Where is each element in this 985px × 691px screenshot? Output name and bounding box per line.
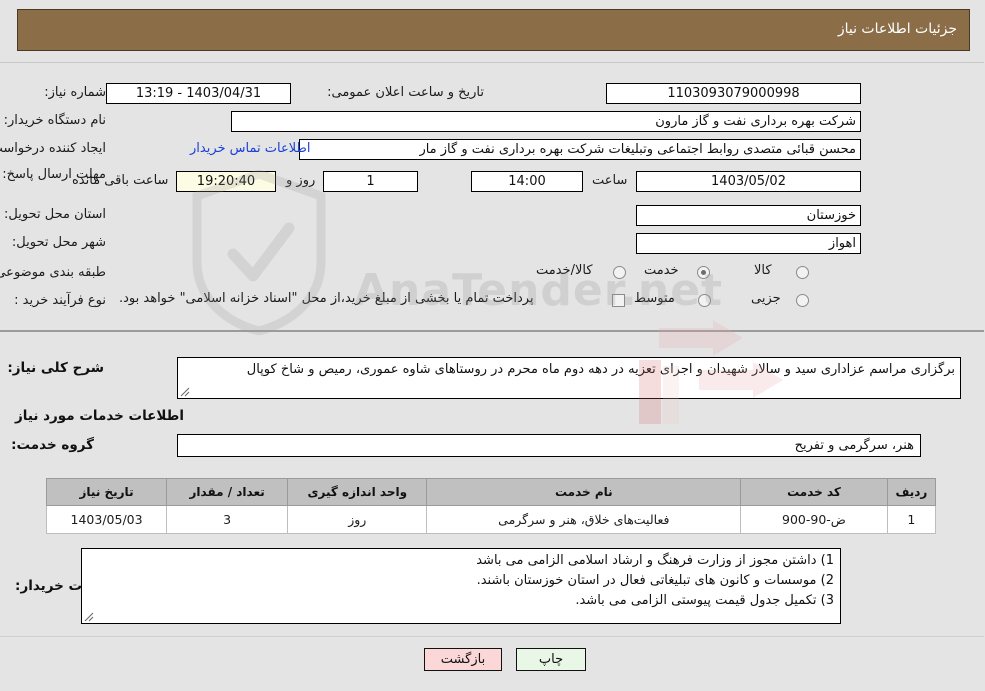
- table-row: 1 ض-90-900 فعالیت‌های خلاق، هنر و سرگرمی…: [46, 505, 938, 534]
- deadline-days-value: 1: [324, 171, 419, 192]
- col-index: ردیف: [887, 478, 938, 506]
- label-need-number: شماره نیاز:: [45, 85, 107, 100]
- label-deadline-hour: ساعت: [593, 173, 629, 188]
- buyer-note-line: 1) داشتن مجوز از وزارت فرهنگ و ارشاد اسل…: [477, 553, 835, 568]
- buyer-note-line: 3) تکمیل جدول قیمت پیوستی الزامی می باشد…: [576, 593, 835, 608]
- services-table: ردیف کد خدمت نام خدمت واحد اندازه گیری ت…: [46, 478, 938, 534]
- label-requester: ایجاد کننده درخواست:: [0, 141, 107, 156]
- cell-quantity: 3: [167, 505, 290, 534]
- col-code: کد خدمت: [741, 478, 889, 506]
- page-title: جزئیات اطلاعات نیاز: [838, 21, 958, 37]
- cell-code: ض-90-900: [741, 505, 889, 534]
- label-purchase-type: نوع فرآیند خرید :: [15, 293, 107, 308]
- resize-grip-icon[interactable]: [181, 387, 191, 397]
- radio-category-kala[interactable]: [797, 266, 810, 279]
- back-button[interactable]: بازگشت: [425, 648, 503, 671]
- page-root: جزئیات اطلاعات نیاز شماره نیاز: 11030930…: [0, 0, 985, 691]
- buyer-contact-link[interactable]: اطلاعات تماس خریدار: [191, 141, 311, 156]
- col-unit: واحد اندازه گیری: [288, 478, 429, 506]
- deadline-countdown-value: 19:20:40: [177, 171, 277, 192]
- deadline-date-value: 1403/05/02: [637, 171, 862, 192]
- label-service-group: گروه خدمت:: [12, 437, 95, 453]
- radio-label-category-0: کالا: [755, 263, 773, 278]
- radio-label-purchase-0: جزیی: [752, 291, 782, 306]
- radio-category-kala-khedmat[interactable]: [614, 266, 627, 279]
- need-description-value: برگزاری مراسم عزاداری سید و سالار شهیدان…: [178, 357, 962, 399]
- label-announce-datetime: تاریخ و ساعت اعلان عمومی:: [328, 85, 485, 100]
- label-need-description: شرح کلی نیاز:: [8, 360, 105, 376]
- radio-label-purchase-1: متوسط: [635, 291, 676, 306]
- need-info-panel: شماره نیاز: 1103093079000998 تاریخ و ساع…: [0, 62, 985, 332]
- resize-grip-icon[interactable]: [85, 612, 95, 622]
- radio-category-khedmat[interactable]: [698, 266, 711, 279]
- city-value: اهواز: [637, 233, 862, 254]
- print-button[interactable]: چاپ: [517, 648, 587, 671]
- label-buyer-org: نام دستگاه خریدار:: [4, 113, 107, 128]
- footer-divider: [0, 636, 985, 637]
- province-value: خوزستان: [637, 205, 862, 226]
- deadline-hour-value: 14:00: [472, 171, 584, 192]
- col-name: نام خدمت: [427, 478, 743, 506]
- label-days-and: روز و: [287, 173, 317, 188]
- label-city: شهر محل تحویل:: [12, 235, 107, 250]
- buyer-org-value: شرکت بهره برداری نفت و گاز مارون: [232, 111, 862, 132]
- radio-label-category-1: خدمت: [645, 263, 680, 278]
- need-number-value: 1103093079000998: [607, 83, 862, 104]
- col-quantity: تعداد / مقدار: [167, 478, 290, 506]
- col-date: تاریخ نیاز: [46, 478, 169, 506]
- radio-purchase-jozei[interactable]: [797, 294, 810, 307]
- cell-name: فعالیت‌های خلاق، هنر و سرگرمی: [427, 505, 743, 534]
- checkbox-islamic-treasury-bonds[interactable]: [613, 294, 626, 307]
- radio-label-category-2: کالا/خدمت: [537, 263, 594, 278]
- cell-date: 1403/05/03: [46, 505, 169, 534]
- cell-index: 1: [887, 505, 938, 534]
- radio-purchase-motevaset[interactable]: [699, 294, 712, 307]
- checkbox-label-islamic-treasury-bonds: پرداخت تمام یا بخشی از مبلغ خرید،از محل …: [120, 291, 535, 306]
- services-section-heading: اطلاعات خدمات مورد نیاز: [15, 408, 185, 424]
- table-header-row: ردیف کد خدمت نام خدمت واحد اندازه گیری ت…: [46, 478, 938, 506]
- announce-datetime-value: 1403/04/31 - 13:19: [107, 83, 292, 104]
- requester-value: محسن قبائی متصدی روابط اجتماعی وتبلیغات …: [300, 139, 862, 160]
- label-category: طبقه بندی موضوعی:: [0, 265, 107, 280]
- cell-unit: روز: [288, 505, 429, 534]
- label-remaining: ساعت باقی مانده: [73, 173, 170, 188]
- label-province: استان محل تحویل:: [5, 207, 107, 222]
- buyer-note-line: 2) موسسات و کانون های تبلیغاتی فعال در ا…: [477, 573, 835, 588]
- service-group-value: هنر، سرگرمی و تفریح: [178, 434, 922, 457]
- page-header-bar: جزئیات اطلاعات نیاز: [18, 9, 971, 51]
- buyer-notes-value: 1) داشتن مجوز از وزارت فرهنگ و ارشاد اسل…: [82, 548, 842, 624]
